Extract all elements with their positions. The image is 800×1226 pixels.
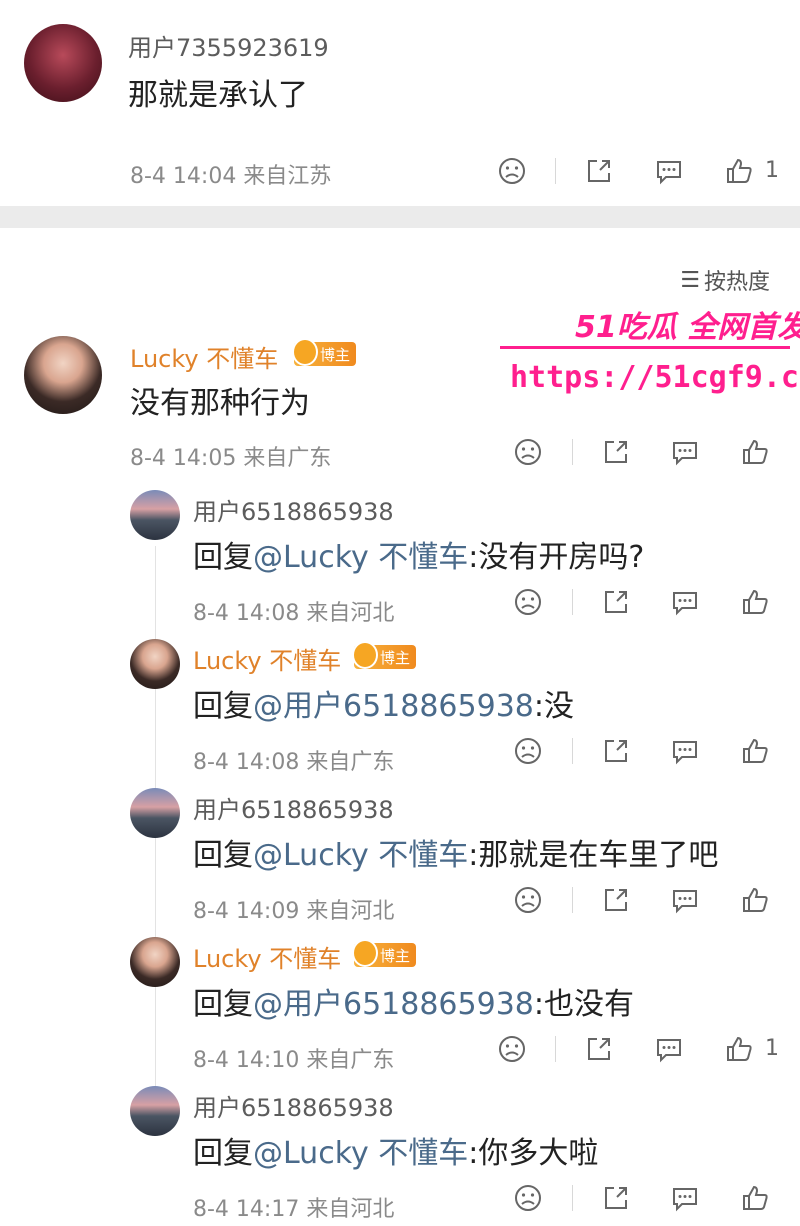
crown-icon	[352, 939, 378, 967]
like-icon[interactable]	[740, 736, 770, 766]
divider	[555, 1036, 556, 1062]
like-icon[interactable]	[724, 1034, 754, 1064]
blogger-badge: 博主	[352, 939, 416, 967]
share-icon[interactable]	[584, 1034, 614, 1064]
comment-icon[interactable]	[670, 587, 700, 617]
reply-text: 回复@Lucky 不懂车:你多大啦	[193, 1128, 598, 1172]
comment-meta: 8-4 14:04 来自江苏	[130, 164, 332, 189]
reply-meta: 8-4 14:08 来自广东	[193, 750, 395, 775]
crown-icon	[292, 338, 318, 366]
dislike-icon[interactable]	[513, 885, 543, 915]
avatar[interactable]	[24, 336, 102, 414]
reply-text: 回复@用户6518865938:没	[193, 681, 574, 725]
mention-link[interactable]: @Lucky 不懂车	[253, 1136, 468, 1171]
dislike-icon[interactable]	[513, 587, 543, 617]
divider	[572, 1185, 573, 1211]
comment-icon[interactable]	[654, 156, 684, 186]
avatar[interactable]	[130, 1086, 180, 1136]
dislike-icon[interactable]	[513, 736, 543, 766]
reply-body: :没	[533, 689, 574, 724]
reply-meta: 8-4 14:10 来自广东	[193, 1048, 395, 1073]
share-icon[interactable]	[601, 885, 631, 915]
mention-link[interactable]: @用户6518865938	[253, 689, 534, 724]
like-count: 1	[765, 158, 779, 183]
reply-body: :你多大啦	[468, 1136, 599, 1171]
avatar[interactable]	[130, 639, 180, 689]
dislike-icon[interactable]	[497, 156, 527, 186]
username[interactable]: Lucky 不懂车	[130, 339, 278, 374]
like-icon[interactable]	[740, 437, 770, 467]
username[interactable]: Lucky 不懂车	[193, 939, 341, 974]
avatar[interactable]	[24, 24, 102, 102]
divider	[555, 158, 556, 184]
comment-text: 那就是承认了	[128, 78, 308, 113]
dislike-icon[interactable]	[513, 1183, 543, 1213]
comment-meta: 8-4 14:05 来自广东	[130, 446, 332, 471]
sort-label: 按热度	[703, 270, 770, 295]
reply-text: 回复@用户6518865938:也没有	[193, 979, 634, 1023]
dislike-icon[interactable]	[497, 1034, 527, 1064]
mention-link[interactable]: @用户6518865938	[253, 987, 534, 1022]
comment-icon[interactable]	[654, 1034, 684, 1064]
avatar[interactable]	[130, 937, 180, 987]
like-count: 1	[765, 1036, 779, 1061]
reply-meta: 8-4 14:09 来自河北	[193, 899, 395, 924]
section-divider	[0, 206, 800, 228]
username[interactable]: 用户6518865938	[193, 492, 394, 527]
comment-icon[interactable]	[670, 1183, 700, 1213]
reply-prefix: 回复	[193, 689, 253, 724]
reply-prefix: 回复	[193, 1136, 253, 1171]
like-icon[interactable]	[724, 156, 754, 186]
blogger-badge: 博主	[352, 641, 416, 669]
divider	[572, 439, 573, 465]
like-icon[interactable]	[740, 587, 770, 617]
comment-text: 没有那种行为	[130, 386, 310, 421]
badge-label: 博主	[319, 345, 350, 364]
divider	[572, 887, 573, 913]
divider	[572, 738, 573, 764]
username[interactable]: 用户6518865938	[193, 790, 394, 825]
share-icon[interactable]	[584, 156, 614, 186]
badge-label: 博主	[379, 946, 410, 965]
mention-link[interactable]: @Lucky 不懂车	[253, 838, 468, 873]
mention-link[interactable]: @Lucky 不懂车	[253, 540, 468, 575]
comment-icon[interactable]	[670, 437, 700, 467]
reply-meta: 8-4 14:17 来自河北	[193, 1197, 395, 1222]
reply-text: 回复@Lucky 不懂车:没有开房吗?	[193, 532, 644, 576]
watermark-line	[500, 346, 790, 349]
share-icon[interactable]	[601, 1183, 631, 1213]
reply-body: :没有开房吗?	[468, 540, 645, 575]
reply-prefix: 回复	[193, 987, 253, 1022]
reply-prefix: 回复	[193, 838, 253, 873]
watermark-url: https://51cgf9.com	[510, 360, 800, 395]
avatar[interactable]	[130, 490, 180, 540]
blogger-badge: 博主	[292, 338, 356, 366]
comment-icon[interactable]	[670, 736, 700, 766]
share-icon[interactable]	[601, 587, 631, 617]
reply-meta: 8-4 14:08 来自河北	[193, 601, 395, 626]
username[interactable]: Lucky 不懂车	[193, 641, 341, 676]
divider	[572, 589, 573, 615]
share-icon[interactable]	[601, 736, 631, 766]
dislike-icon[interactable]	[513, 437, 543, 467]
share-icon[interactable]	[601, 437, 631, 467]
reply-body: :那就是在车里了吧	[468, 838, 719, 873]
reply-body: :也没有	[533, 987, 634, 1022]
username[interactable]: 用户7355923619	[128, 28, 329, 63]
like-icon[interactable]	[740, 885, 770, 915]
username[interactable]: 用户6518865938	[193, 1088, 394, 1123]
watermark-title: 51吃瓜 全网首发	[575, 310, 800, 345]
comment-icon[interactable]	[670, 885, 700, 915]
avatar[interactable]	[130, 788, 180, 838]
reply-text: 回复@Lucky 不懂车:那就是在车里了吧	[193, 830, 718, 874]
like-icon[interactable]	[740, 1183, 770, 1213]
crown-icon	[352, 641, 378, 669]
badge-label: 博主	[379, 648, 410, 667]
reply-prefix: 回复	[193, 540, 253, 575]
sort-icon: ☰	[680, 267, 700, 293]
top-comment: 用户7355923619 那就是承认了 8-4 14:04 来自江苏 1	[0, 0, 800, 206]
sort-toggle[interactable]: ☰ 按热度	[680, 264, 770, 296]
